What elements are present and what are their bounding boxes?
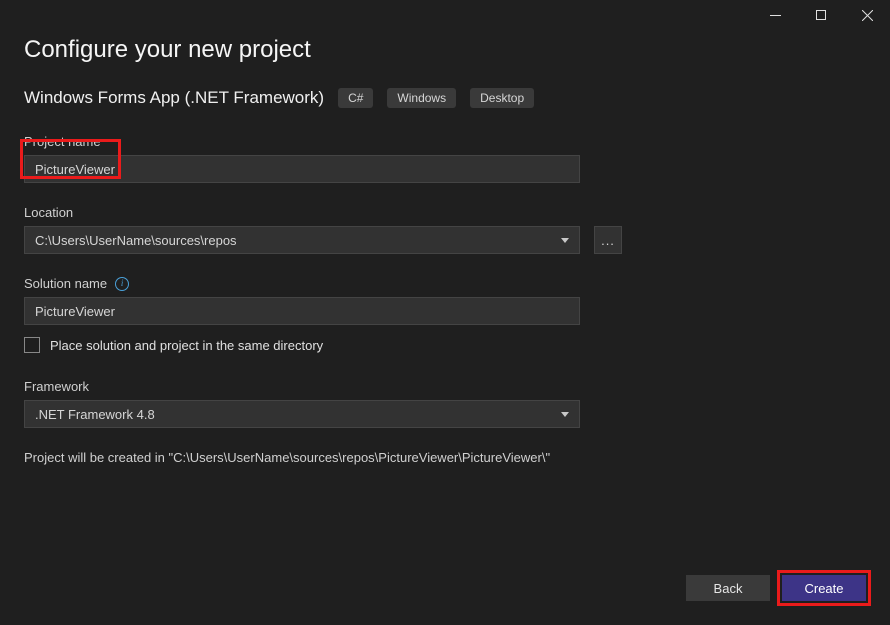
info-icon[interactable]: i bbox=[115, 277, 129, 291]
project-name-group: Project name bbox=[24, 134, 866, 183]
maximize-button[interactable] bbox=[798, 0, 844, 30]
framework-group: Framework .NET Framework 4.8 bbox=[24, 379, 866, 428]
tag-windows: Windows bbox=[387, 88, 456, 108]
same-directory-row: Place solution and project in the same d… bbox=[24, 337, 866, 353]
close-button[interactable] bbox=[844, 0, 890, 30]
location-label: Location bbox=[24, 205, 866, 220]
solution-name-input[interactable] bbox=[24, 297, 580, 325]
create-button[interactable]: Create bbox=[782, 575, 866, 601]
template-name: Windows Forms App (.NET Framework) bbox=[24, 88, 324, 108]
location-group: Location C:\Users\UserName\sources\repos… bbox=[24, 205, 866, 254]
chevron-down-icon bbox=[561, 412, 569, 417]
browse-button[interactable]: ... bbox=[594, 226, 622, 254]
project-name-label: Project name bbox=[24, 134, 866, 149]
title-bar bbox=[0, 0, 890, 30]
page-title: Configure your new project bbox=[24, 36, 866, 64]
location-value: C:\Users\UserName\sources\repos bbox=[35, 233, 237, 248]
tag-csharp: C# bbox=[338, 88, 373, 108]
footer: Back Create bbox=[686, 575, 866, 601]
chevron-down-icon bbox=[561, 238, 569, 243]
template-header: Windows Forms App (.NET Framework) C# Wi… bbox=[24, 88, 866, 108]
location-select[interactable]: C:\Users\UserName\sources\repos bbox=[24, 226, 580, 254]
same-directory-label: Place solution and project in the same d… bbox=[50, 338, 323, 353]
solution-name-label: Solution name i bbox=[24, 276, 866, 291]
project-name-input[interactable] bbox=[24, 155, 580, 183]
back-button[interactable]: Back bbox=[686, 575, 770, 601]
tag-desktop: Desktop bbox=[470, 88, 534, 108]
solution-name-group: Solution name i bbox=[24, 276, 866, 325]
framework-value: .NET Framework 4.8 bbox=[35, 407, 155, 422]
same-directory-checkbox[interactable] bbox=[24, 337, 40, 353]
framework-label: Framework bbox=[24, 379, 866, 394]
framework-select[interactable]: .NET Framework 4.8 bbox=[24, 400, 580, 428]
minimize-button[interactable] bbox=[752, 0, 798, 30]
creation-path-summary: Project will be created in "C:\Users\Use… bbox=[24, 450, 866, 465]
